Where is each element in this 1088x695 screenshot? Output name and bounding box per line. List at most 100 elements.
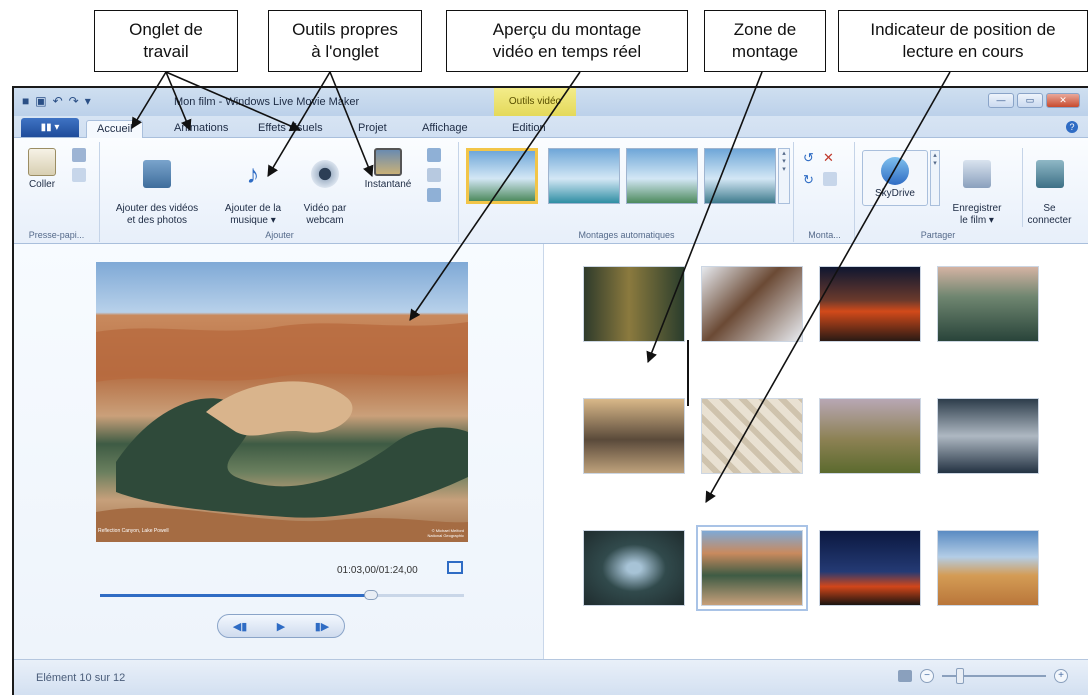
maximize-button[interactable]: ▭: [1017, 93, 1043, 108]
group-label-editing: Monta...: [808, 230, 841, 240]
title-bar: ■ ▣ ↶ ↷ ▾ Mon film - Windows Live Movie …: [14, 88, 1088, 116]
video-preview[interactable]: Reflection Canyon, Lake Powell © Michael…: [96, 262, 468, 542]
tab-animations[interactable]: Animations: [164, 120, 238, 138]
save-movie-label: Enregistrer le film ▾: [952, 203, 1002, 226]
save-movie-button[interactable]: Enregistrer le film ▾: [944, 148, 1010, 227]
snapshot-icon: [374, 148, 402, 176]
zoom-slider-knob[interactable]: [956, 668, 964, 684]
canyon-image: [96, 322, 468, 542]
group-label-share: Partager: [920, 230, 956, 240]
automovie-theme-2[interactable]: [548, 148, 620, 204]
clip-4[interactable]: [937, 266, 1039, 342]
automovie-theme-1[interactable]: [466, 148, 538, 204]
window-title: Mon film - Windows Live Movie Maker: [174, 96, 360, 108]
transport-controls: ◀▮ ▶ ▮▶: [217, 614, 345, 638]
snapshot-button[interactable]: Instantané: [357, 148, 419, 191]
group-add: Ajouter des vidéos et des photos ♪ Ajout…: [101, 142, 459, 242]
movie-maker-window: ■ ▣ ↶ ↷ ▾ Mon film - Windows Live Movie …: [12, 86, 1088, 695]
webcam-button[interactable]: Vidéo par webcam: [297, 148, 353, 227]
clip-11[interactable]: [819, 530, 921, 606]
zoom-slider[interactable]: [942, 668, 1046, 684]
clip-3[interactable]: [819, 266, 921, 342]
clip-8[interactable]: [937, 398, 1039, 474]
tab-accueil[interactable]: Accueil: [86, 120, 144, 138]
add-videos-label: Ajouter des vidéos et des photos: [115, 203, 199, 226]
callout-work-tab: Onglet de travail: [94, 10, 238, 72]
tab-projet[interactable]: Projet: [348, 120, 397, 138]
close-button[interactable]: ✕: [1046, 93, 1080, 108]
add-videos-button[interactable]: Ajouter des vidéos et des photos: [107, 148, 207, 227]
caption-icon[interactable]: [427, 168, 441, 182]
zoom-in-icon[interactable]: +: [1054, 669, 1068, 683]
delete-icon[interactable]: ✕: [823, 150, 837, 165]
clipboard-icon: [28, 148, 56, 176]
group-automovie: ▴ ▾ ▾ Montages automatiques: [460, 142, 794, 242]
tab-affichage[interactable]: Affichage: [412, 120, 478, 138]
redo-icon[interactable]: ↷: [69, 94, 79, 108]
film-save-icon: [963, 160, 991, 188]
select-all-icon[interactable]: [823, 172, 837, 186]
window-controls: — ▭ ✕: [988, 93, 1080, 108]
rotate-right-icon[interactable]: ↻: [803, 172, 817, 187]
paste-label: Coller: [28, 179, 56, 190]
workspace: Reflection Canyon, Lake Powell © Michael…: [14, 244, 1088, 659]
sign-in-button[interactable]: Se connecter: [1022, 148, 1076, 227]
sign-in-icon: [1035, 160, 1064, 188]
zoom-control: − +: [898, 668, 1068, 684]
undo-icon[interactable]: ↶: [53, 94, 63, 108]
file-menu-button[interactable]: ▮▮ ▾: [21, 118, 79, 137]
automovie-theme-3[interactable]: [626, 148, 698, 204]
thumbnail-size-icon[interactable]: [898, 670, 912, 682]
rotate-left-icon[interactable]: ↺: [803, 150, 817, 165]
play-icon[interactable]: ▶: [277, 620, 285, 633]
qat-dropdown-icon[interactable]: ▾: [85, 94, 91, 108]
minimize-button[interactable]: —: [988, 93, 1014, 108]
tab-edition[interactable]: Edition: [502, 120, 556, 138]
tab-effets-visuels[interactable]: Effets visuels: [248, 120, 333, 138]
quick-access-toolbar: ■ ▣ ↶ ↷ ▾: [22, 94, 91, 108]
previous-frame-icon[interactable]: ◀▮: [233, 620, 248, 633]
group-label-add: Ajouter: [265, 230, 294, 240]
gallery-scroll[interactable]: ▴ ▾ ▾: [778, 148, 790, 204]
webcam-icon: [311, 160, 339, 188]
save-icon[interactable]: ▣: [35, 94, 46, 108]
contextual-tab-header: Outils vidéo: [494, 88, 576, 116]
music-note-icon: ♪: [246, 159, 260, 189]
seek-bar[interactable]: [100, 590, 464, 600]
credits-icon[interactable]: [427, 188, 441, 202]
zoom-out-icon[interactable]: −: [920, 669, 934, 683]
clip-7[interactable]: [819, 398, 921, 474]
title-icon[interactable]: [427, 148, 441, 162]
skydrive-icon: [881, 157, 909, 185]
app-icon: ■: [22, 94, 30, 108]
skydrive-button[interactable]: SkyDrive: [862, 150, 928, 206]
clip-12[interactable]: [937, 530, 1039, 606]
next-frame-icon[interactable]: ▮▶: [315, 620, 330, 633]
paste-button[interactable]: Coller: [20, 148, 64, 191]
automovie-theme-4[interactable]: [704, 148, 776, 204]
callout-tab-tools: Outils propres à l'onglet: [268, 10, 422, 72]
add-music-label: Ajouter de la musique ▾: [224, 203, 282, 226]
share-scroll[interactable]: ▴ ▾: [930, 150, 940, 206]
playback-time: 01:03,00/01:24,00: [337, 565, 418, 576]
clip-10[interactable]: [696, 525, 808, 611]
clip-1[interactable]: [583, 266, 685, 342]
clip-5[interactable]: [583, 398, 685, 474]
video-caption-left: Reflection Canyon, Lake Powell: [98, 528, 169, 534]
group-clipboard: Coller Presse-papi...: [14, 142, 100, 242]
playback-position-indicator[interactable]: [687, 340, 689, 406]
add-music-button[interactable]: ♪ Ajouter de la musique ▾: [213, 148, 293, 227]
video-caption-right: © Michael Melford National Geographic: [427, 528, 464, 538]
help-icon[interactable]: ?: [1066, 121, 1078, 133]
clip-2[interactable]: [701, 266, 803, 342]
copy-icon[interactable]: [72, 168, 86, 182]
cut-icon[interactable]: [72, 148, 86, 162]
skydrive-label: SkyDrive: [874, 188, 915, 199]
group-label-clipboard: Presse-papi...: [28, 230, 85, 240]
clip-9[interactable]: [583, 530, 685, 606]
group-share: SkyDrive ▴ ▾ Enregistrer le film ▾ Se con…: [856, 142, 1080, 242]
seek-handle[interactable]: [364, 590, 378, 600]
fullscreen-icon[interactable]: [447, 561, 463, 574]
ribbon: Coller Presse-papi... Ajouter des vidéos…: [14, 138, 1088, 244]
clip-6[interactable]: [701, 398, 803, 474]
